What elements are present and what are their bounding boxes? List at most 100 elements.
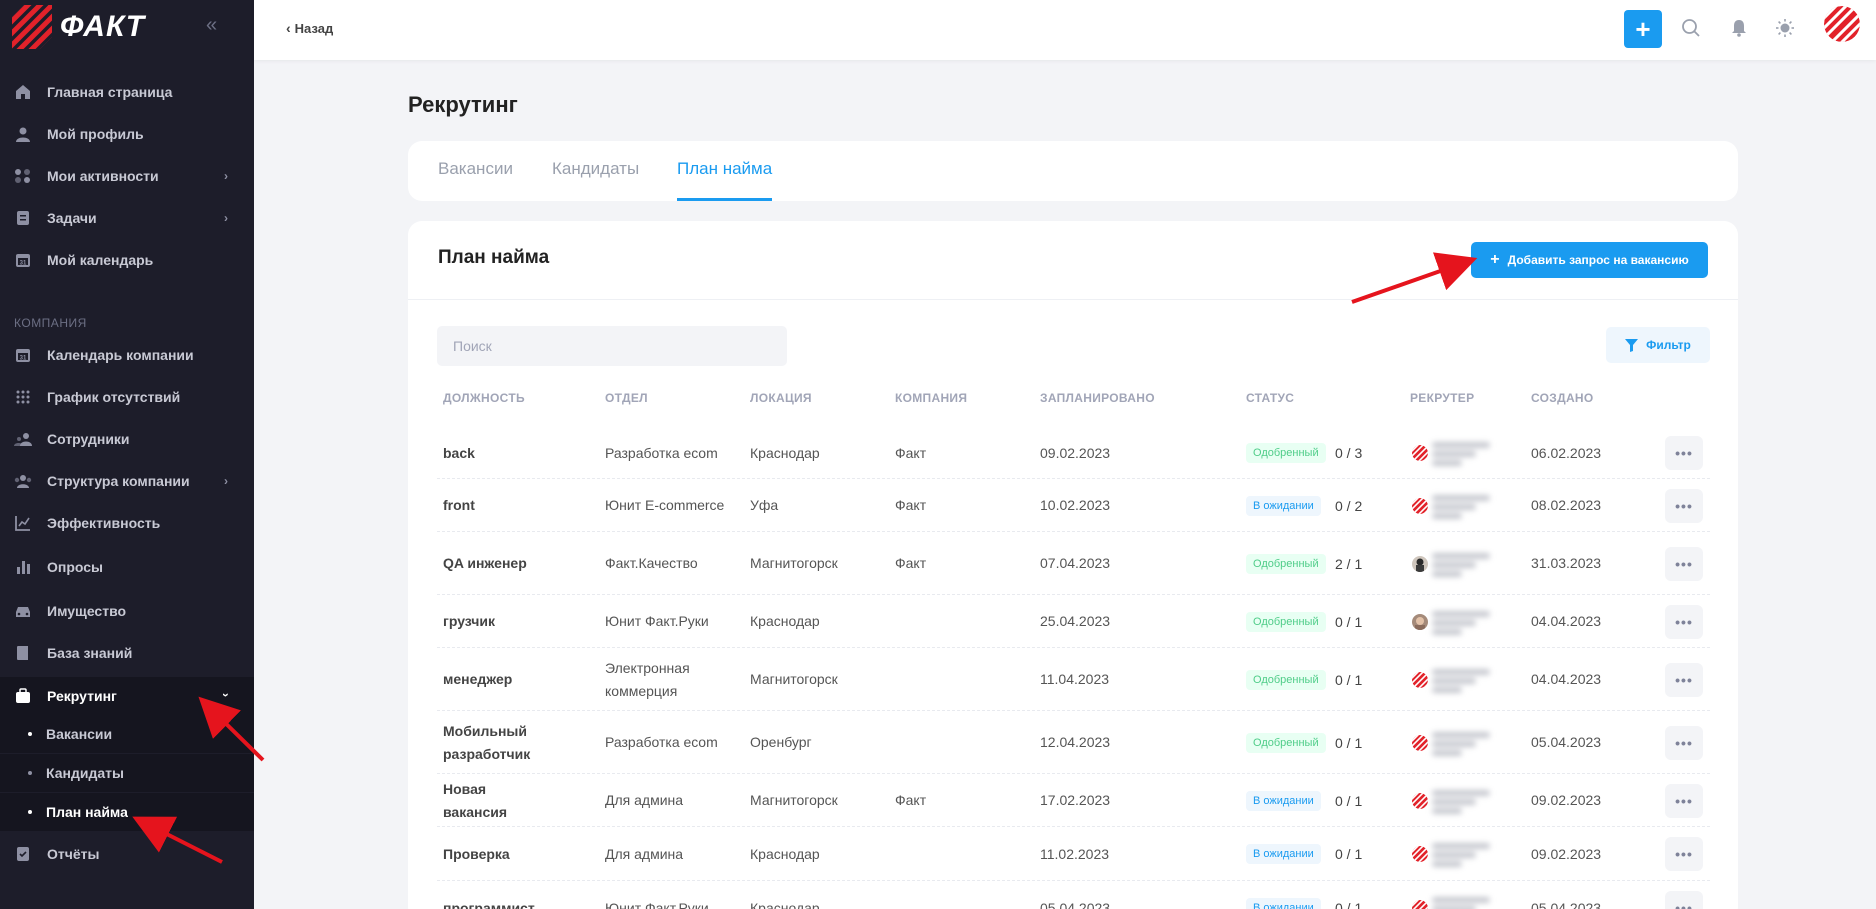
column-header-company[interactable]: КОМПАНИЯ	[895, 391, 967, 405]
cell-location: Краснодар	[750, 899, 820, 909]
cell-company: Факт	[895, 792, 927, 808]
sidebar-item-profile[interactable]: Мой профиль	[0, 116, 254, 152]
filter-button[interactable]: Фильтр	[1606, 327, 1710, 363]
recruiter-avatar[interactable]	[1412, 497, 1428, 514]
cell-count: 2 / 1	[1335, 555, 1363, 572]
column-header-recruiter[interactable]: РЕКРУТЕР	[1410, 391, 1474, 405]
sidebar-item-knowledge-base[interactable]: База знаний	[0, 635, 254, 671]
recruiter-avatar[interactable]	[1412, 734, 1428, 751]
recruiter-name-blurred	[1432, 550, 1494, 578]
cell-position[interactable]: Проверка	[443, 843, 593, 866]
chart-icon	[14, 514, 32, 532]
tab-hiring-plan[interactable]: План найма	[677, 159, 773, 201]
sidebar-item-structure[interactable]: Структура компании ›	[0, 463, 254, 499]
column-header-location[interactable]: ЛОКАЦИЯ	[750, 391, 812, 405]
ellipsis-icon: •••	[1675, 734, 1693, 751]
search-input[interactable]	[437, 326, 787, 366]
poll-icon	[14, 558, 32, 576]
create-button[interactable]: +	[1624, 10, 1662, 48]
add-vacancy-request-label: Добавить запрос на вакансию	[1507, 253, 1689, 267]
ellipsis-icon: •••	[1675, 792, 1693, 809]
sidebar-item-home[interactable]: Главная страница	[0, 74, 254, 110]
status-badge: В ожидании	[1246, 790, 1321, 811]
sidebar-item-label: Структура компании	[47, 473, 190, 489]
cell-department: Для админа	[605, 792, 684, 808]
more-actions-button[interactable]: •••	[1665, 662, 1703, 697]
cell-location: Магнитогорск	[750, 671, 838, 687]
cell-position[interactable]: грузчик	[443, 610, 593, 633]
recruiter-avatar[interactable]	[1412, 846, 1428, 862]
sidebar-subitem-candidates[interactable]: Кандидаты	[0, 754, 254, 792]
cell-count: 0 / 1	[1335, 671, 1363, 688]
cell-count: 0 / 1	[1335, 900, 1363, 909]
column-header-status[interactable]: СТАТУС	[1246, 391, 1294, 405]
column-header-department[interactable]: ОТДЕЛ	[605, 391, 648, 405]
theme-sun-icon[interactable]	[1774, 17, 1796, 39]
recruiter-avatar[interactable]	[1412, 613, 1428, 630]
recruiter-avatar[interactable]	[1412, 900, 1428, 909]
sidebar-item-reports[interactable]: Отчёты	[0, 836, 254, 872]
sidebar-item-employees[interactable]: Сотрудники	[0, 421, 254, 457]
tab-candidates[interactable]: Кандидаты	[552, 159, 639, 201]
recruiter-avatar[interactable]	[1412, 671, 1428, 688]
cell-company: Факт	[895, 555, 927, 571]
table-row: грузчик Юнит Факт.Руки Краснодар 25.04.2023…	[437, 595, 1710, 648]
more-actions-button[interactable]: •••	[1665, 725, 1703, 760]
cell-department: Электронная коммерция	[605, 659, 690, 699]
bell-icon[interactable]	[1728, 17, 1750, 39]
user-avatar[interactable]	[1824, 6, 1860, 42]
cell-position[interactable]: Мобильный разработчик	[443, 720, 553, 766]
sidebar-subitem-vacancies[interactable]: Вакансии	[0, 715, 254, 753]
recruiter-avatar[interactable]	[1412, 445, 1428, 461]
more-actions-button[interactable]: •••	[1665, 891, 1703, 909]
sidebar-item-my-calendar[interactable]: 31 Мой календарь	[0, 242, 254, 278]
cell-planned: 10.02.2023	[1040, 497, 1111, 513]
column-header-position[interactable]: ДОЛЖНОСТЬ	[443, 391, 525, 405]
tab-vacancies[interactable]: Вакансии	[438, 159, 513, 201]
cell-position[interactable]: программист	[443, 897, 593, 909]
search-icon[interactable]	[1680, 17, 1702, 39]
collapse-sidebar-icon[interactable]: «	[206, 14, 217, 37]
cell-position[interactable]: Новая вакансия	[443, 778, 553, 824]
more-actions-button[interactable]: •••	[1665, 488, 1703, 523]
cell-position[interactable]: back	[443, 442, 593, 465]
filter-icon	[1625, 338, 1639, 352]
sidebar-item-polls[interactable]: Опросы	[0, 549, 254, 585]
car-icon	[14, 602, 32, 620]
more-actions-button[interactable]: •••	[1665, 546, 1703, 581]
recruiter-avatar[interactable]	[1412, 792, 1428, 809]
section-label-company: КОМПАНИЯ	[14, 316, 87, 330]
sidebar-item-activities[interactable]: Мои активности ›	[0, 158, 254, 194]
sidebar-item-tasks[interactable]: Задачи ›	[0, 200, 254, 236]
add-vacancy-request-button[interactable]: + Добавить запрос на вакансию	[1471, 242, 1708, 278]
chevron-left-icon: ‹	[286, 20, 291, 36]
sidebar-item-label: Сотрудники	[47, 431, 130, 447]
sidebar-item-recruiting[interactable]: Рекрутинг ›	[0, 677, 254, 715]
cell-position[interactable]: QA инженер	[443, 552, 593, 575]
table-row: Новая вакансия Для админа Магнитогорск Факт…	[437, 774, 1710, 827]
column-header-created[interactable]: СОЗДАНО	[1531, 391, 1594, 405]
back-link[interactable]: ‹ Назад	[286, 20, 333, 36]
more-actions-button[interactable]: •••	[1665, 837, 1703, 871]
table-row: Мобильный разработчик Разработка ecom Орен…	[437, 711, 1710, 774]
report-icon	[14, 845, 32, 863]
more-actions-button[interactable]: •••	[1665, 436, 1703, 470]
bullet-icon	[28, 732, 32, 736]
activities-icon	[14, 167, 32, 185]
sidebar-item-property[interactable]: Имущество	[0, 593, 254, 629]
sidebar-item-efficiency[interactable]: Эффективность	[0, 505, 254, 541]
sidebar-item-absences[interactable]: График отсутствий	[0, 379, 254, 415]
sidebar-item-label: Мой профиль	[47, 126, 144, 142]
cell-location: Краснодар	[750, 444, 820, 461]
more-actions-button[interactable]: •••	[1665, 604, 1703, 639]
recruiter-name-blurred	[1432, 840, 1494, 868]
table-row: Проверка Для админа Краснодар 11.02.2023 В о…	[437, 827, 1710, 881]
cell-position[interactable]: менеджер	[443, 668, 593, 691]
sidebar-item-company-calendar[interactable]: 31 Календарь компании	[0, 337, 254, 373]
cell-position[interactable]: front	[443, 494, 593, 517]
sidebar-subitem-hiring-plan[interactable]: План найма	[0, 793, 254, 831]
recruiter-avatar[interactable]	[1412, 555, 1428, 572]
logo[interactable]: ФАКТ	[12, 4, 145, 50]
column-header-planned[interactable]: ЗАПЛАНИРОВАНО	[1040, 391, 1155, 405]
more-actions-button[interactable]: •••	[1665, 783, 1703, 818]
